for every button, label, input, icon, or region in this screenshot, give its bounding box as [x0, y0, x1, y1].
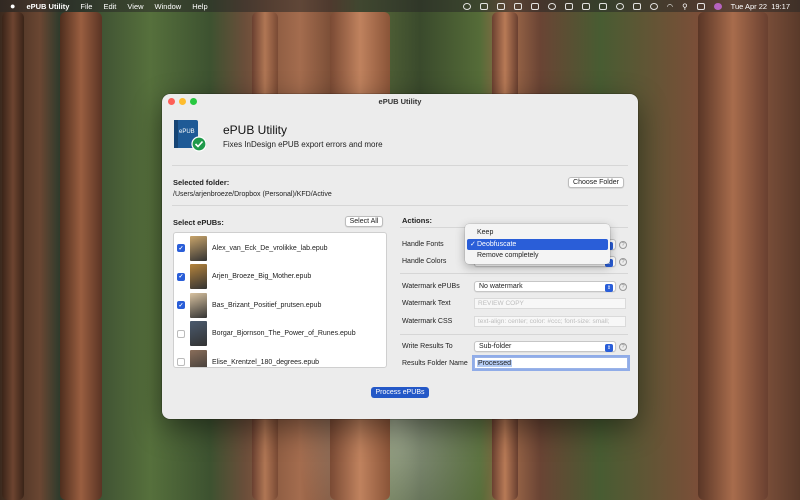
status-menu-icon[interactable] [564, 2, 573, 10]
divider [400, 334, 628, 335]
menu-clock[interactable]: Tue Apr 22 19:17 [731, 2, 790, 11]
menu-bar: ● ePUB Utility File Edit View Window Hel… [0, 0, 800, 12]
book-cover-thumbnail [190, 321, 207, 346]
checkmark-icon: ✓ [470, 241, 476, 249]
wifi-icon[interactable]: ◠ [667, 2, 674, 11]
dropdown-option-remove-completely[interactable]: Remove completely [467, 250, 608, 262]
zoom-window-button[interactable] [190, 97, 197, 105]
status-menu-icon[interactable] [530, 2, 539, 10]
menu-view[interactable]: View [127, 2, 143, 11]
book-cover-thumbnail [190, 235, 207, 261]
help-icon[interactable]: ? [619, 283, 627, 291]
watermark-css-label: Watermark CSS [402, 318, 453, 325]
svg-text:ePUB: ePUB [179, 129, 195, 135]
status-menu-icon[interactable] [547, 2, 556, 10]
watermark-select[interactable]: No watermark ⇕ [474, 281, 616, 292]
title-bar[interactable]: ePUB Utility [162, 94, 638, 108]
watermark-css-input[interactable]: text-align: center; color: #ccc; font-si… [474, 316, 626, 327]
selected-folder-path: /Users/arjenbroeze/Dropbox (Personal)/KF… [173, 191, 332, 198]
control-center-icon[interactable] [696, 2, 705, 10]
help-icon[interactable]: ? [619, 241, 627, 249]
write-results-value: Sub-folder [479, 343, 512, 350]
epub-filename: Elise_Krentzel_180_degrees.epub [212, 358, 320, 366]
list-item[interactable]: ✓ Arjen_Broeze_Big_Mother.epub [174, 263, 386, 291]
watermark-label: Watermark ePUBs [402, 283, 460, 290]
clock-icon[interactable] [649, 2, 658, 10]
app-book-icon: ePUB [174, 120, 206, 152]
divider [400, 273, 628, 274]
epub-checkbox[interactable]: ✓ [177, 244, 185, 252]
apple-icon[interactable]: ● [10, 1, 15, 11]
menu-app-name[interactable]: ePUB Utility [26, 2, 69, 11]
divider [172, 205, 628, 206]
results-folder-label: Results Folder Name [402, 360, 468, 367]
handle-colors-label: Handle Colors [402, 258, 447, 265]
selected-folder-label: Selected folder: [173, 178, 230, 187]
epub-filename: Borgar_Bjornson_The_Power_of_Runes.epub [212, 330, 356, 337]
results-folder-value: Processed [477, 359, 513, 367]
dropdown-option-deobfuscate[interactable]: ✓ Deobfuscate [467, 238, 608, 250]
handle-fonts-dropdown-menu[interactable]: Keep ✓ Deobfuscate Remove completely [465, 224, 610, 264]
list-item[interactable]: ✓ Alex_van_Eck_De_vrolikke_lab.epub [174, 234, 386, 262]
list-item[interactable]: Elise_Krentzel_180_degrees.epub [174, 348, 386, 367]
process-epubs-button[interactable]: Process ePUBs [371, 387, 429, 398]
minimize-window-button[interactable] [179, 97, 186, 105]
status-menu-icon[interactable] [632, 2, 641, 10]
select-epubs-label: Select ePUBs: [173, 218, 224, 227]
menu-window[interactable]: Window [155, 2, 182, 11]
book-cover-thumbnail [190, 349, 207, 367]
epub-checkbox[interactable]: ✓ [177, 272, 185, 281]
menu-file[interactable]: File [80, 2, 92, 11]
epub-checkbox[interactable] [177, 358, 185, 366]
select-all-button[interactable]: Select All [345, 216, 383, 227]
status-menu-icon[interactable] [581, 2, 590, 10]
help-icon[interactable]: ? [619, 258, 627, 266]
menu-edit[interactable]: Edit [103, 2, 116, 11]
menu-help[interactable]: Help [192, 2, 207, 11]
actions-label: Actions: [402, 216, 432, 225]
close-window-button[interactable] [168, 97, 175, 105]
siri-icon[interactable] [713, 2, 722, 10]
book-cover-thumbnail [190, 264, 207, 289]
help-icon[interactable]: ? [619, 343, 627, 351]
watermark-text-label: Watermark Text [402, 300, 451, 307]
epub-list[interactable]: ✓ Alex_van_Eck_De_vrolikke_lab.epub ✓ Arjen… [173, 232, 387, 368]
epub-checkbox[interactable] [177, 329, 185, 338]
book-cover-thumbnail [190, 292, 207, 318]
epub-filename: Bas_Brizant_Positief_prutsen.epub [212, 301, 322, 309]
choose-folder-button[interactable]: Choose Folder [568, 177, 624, 188]
status-menu-icon[interactable] [462, 2, 471, 10]
list-item[interactable]: ✓ Bas_Brizant_Positief_prutsen.epub [174, 291, 386, 319]
status-menu-icon[interactable] [496, 2, 505, 10]
app-name: ePUB Utility [223, 123, 288, 137]
list-item[interactable]: Borgar_Bjornson_The_Power_of_Runes.epub [174, 320, 386, 348]
app-window: ePUB Utility ePUB ePUB Utility Fixes InD… [162, 94, 638, 419]
epub-checkbox[interactable]: ✓ [177, 301, 185, 309]
status-menu-icon[interactable] [598, 2, 607, 10]
status-menu-icon[interactable] [479, 2, 488, 10]
handle-fonts-label: Handle Fonts [402, 241, 444, 248]
results-folder-input[interactable]: Processed [474, 357, 628, 369]
chevron-updown-icon: ⇕ [605, 344, 613, 352]
epub-filename: Arjen_Broeze_Big_Mother.epub [212, 273, 312, 280]
search-icon[interactable]: ⚲ [682, 2, 688, 11]
window-title: ePUB Utility [378, 96, 422, 106]
watermark-text-input[interactable]: REVIEW COPY [474, 298, 626, 309]
write-results-label: Write Results To [402, 343, 453, 350]
write-results-select[interactable]: Sub-folder ⇕ [474, 341, 616, 352]
watermark-value: No watermark [479, 283, 523, 290]
status-menu-icon[interactable] [513, 2, 522, 10]
epub-filename: Alex_van_Eck_De_vrolikke_lab.epub [212, 244, 328, 252]
chevron-updown-icon: ⇕ [605, 284, 613, 292]
divider [172, 165, 628, 166]
status-menu-icon[interactable] [615, 2, 624, 10]
dropdown-option-keep[interactable]: Keep [467, 227, 608, 239]
app-subtitle: Fixes InDesign ePUB export errors and mo… [223, 140, 383, 149]
